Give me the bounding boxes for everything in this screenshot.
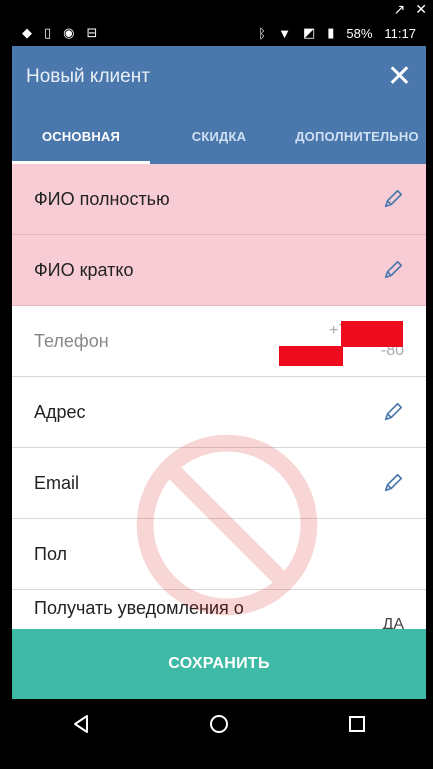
bluetooth-icon: ᛒ: [258, 25, 267, 41]
android-nav-bar: [12, 699, 426, 749]
field-gender[interactable]: Пол: [12, 519, 426, 590]
field-label: Пол: [34, 543, 68, 564]
redaction-bar: [341, 321, 403, 347]
status-right-icons: ᛒ ▼ ◩ ▮ 58% 11:17: [258, 25, 416, 41]
window-controls: ↗ ✕: [394, 0, 427, 18]
page-title: Новый клиент: [26, 66, 150, 87]
pencil-icon[interactable]: [382, 259, 404, 281]
tab-additional[interactable]: ДОПОЛНИТЕЛЬНО: [288, 108, 426, 164]
home-icon[interactable]: [207, 712, 231, 736]
close-icon[interactable]: ✕: [387, 62, 412, 92]
field-label: ФИО кратко: [34, 259, 134, 280]
external-link-icon[interactable]: ↗: [394, 1, 406, 18]
wifi-icon: ▼: [278, 25, 291, 41]
field-phone[interactable]: Телефон +7 -80: [12, 306, 426, 377]
status-left-icons: ◆ ▯ ◉ ⊟: [22, 25, 97, 41]
sim-icon: ▯: [44, 25, 52, 40]
field-address[interactable]: Адрес: [12, 377, 426, 448]
pencil-icon[interactable]: [382, 472, 404, 494]
notification-icon: ◆: [22, 25, 32, 40]
pencil-icon[interactable]: [382, 188, 404, 210]
field-email[interactable]: Email: [12, 448, 426, 519]
eye-icon: ◉: [63, 25, 75, 40]
field-label: Телефон: [34, 330, 109, 351]
field-short-name[interactable]: ФИО кратко: [12, 235, 426, 306]
pencil-icon[interactable]: [382, 401, 404, 423]
back-icon[interactable]: [69, 712, 93, 736]
field-label: ФИО полностью: [34, 188, 170, 209]
redaction-bar: [279, 346, 343, 366]
cast-icon: ⊟: [86, 25, 98, 40]
signal-icon: ◩: [302, 25, 316, 40]
battery-icon: ▮: [327, 25, 335, 40]
phone-screen: ◆ ▯ ◉ ⊟ ᛒ ▼ ◩ ▮ 58% 11:17 Новый клиент ✕…: [12, 20, 426, 749]
close-window-icon[interactable]: ✕: [415, 1, 427, 18]
field-label: Адрес: [34, 401, 86, 422]
field-label: Получать уведомления о: [34, 598, 244, 618]
tab-bar: ОСНОВНАЯ СКИДКА ДОПОЛНИТЕЛЬНО: [12, 108, 426, 164]
save-button[interactable]: СОХРАНИТЬ: [12, 629, 426, 699]
app-bar: Новый клиент ✕: [12, 46, 426, 108]
clock: 11:17: [384, 25, 416, 41]
recents-icon[interactable]: [345, 712, 369, 736]
status-bar: ◆ ▯ ◉ ⊟ ᛒ ▼ ◩ ▮ 58% 11:17: [12, 20, 426, 46]
tab-main[interactable]: ОСНОВНАЯ: [12, 108, 150, 164]
tab-discount[interactable]: СКИДКА: [150, 108, 288, 164]
phone-value: +7 -80: [279, 318, 404, 366]
field-label: Email: [34, 472, 80, 493]
battery-percent: 58%: [346, 25, 373, 41]
field-full-name[interactable]: ФИО полностью: [12, 164, 426, 235]
